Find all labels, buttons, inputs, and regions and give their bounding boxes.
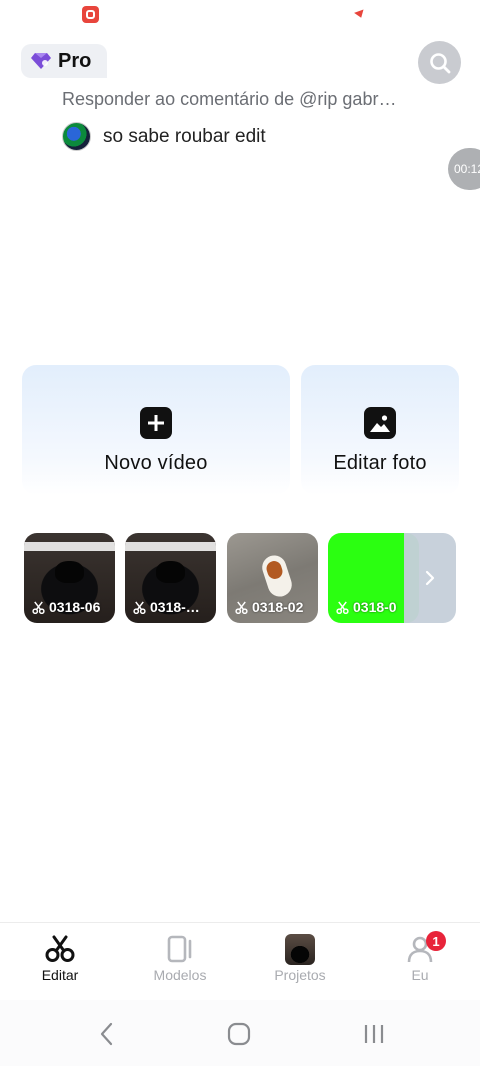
image-icon bbox=[364, 407, 396, 439]
scissors-icon bbox=[235, 600, 248, 614]
recents-icon bbox=[364, 1025, 384, 1043]
plus-icon bbox=[140, 407, 172, 439]
tab-projetos[interactable]: Projetos bbox=[240, 923, 360, 992]
back-button[interactable] bbox=[92, 1020, 120, 1048]
status-bar bbox=[0, 0, 480, 30]
scissors-icon bbox=[45, 934, 75, 964]
status-indicator-icon bbox=[354, 9, 366, 20]
scissors-icon bbox=[336, 600, 349, 614]
project-thumbnail[interactable]: 0318-02 bbox=[227, 533, 318, 623]
project-caption: 0318-06 bbox=[32, 599, 100, 615]
project-name: 0318-… bbox=[150, 599, 200, 615]
home-icon bbox=[227, 1022, 251, 1046]
system-navigation-bar bbox=[0, 1000, 480, 1066]
project-caption: 0318-0 bbox=[336, 599, 397, 615]
recent-projects-strip: 0318-06 0318-… 0318-02 0318-0 bbox=[24, 533, 464, 623]
edit-photo-label: Editar foto bbox=[333, 452, 427, 474]
new-video-label: Novo vídeo bbox=[104, 452, 208, 474]
templates-icon bbox=[165, 934, 195, 964]
tab-label: Eu bbox=[411, 967, 429, 983]
pro-label: Pro bbox=[58, 49, 92, 72]
comment-row: so sabe roubar edit bbox=[62, 122, 266, 151]
floating-timer[interactable]: 00:12 bbox=[448, 148, 480, 190]
more-projects-button[interactable] bbox=[404, 533, 456, 623]
edit-photo-button[interactable]: Editar foto bbox=[301, 365, 459, 495]
chevron-right-icon bbox=[425, 570, 435, 586]
tab-modelos[interactable]: Modelos bbox=[120, 923, 240, 992]
home-button[interactable] bbox=[225, 1020, 253, 1048]
tab-label: Modelos bbox=[153, 967, 207, 983]
pro-badge[interactable]: Pro bbox=[21, 44, 107, 78]
reply-to-comment-text: Responder ao comentário de @rip gabr… bbox=[62, 89, 397, 109]
scissors-icon bbox=[32, 600, 45, 614]
new-video-button[interactable]: Novo vídeo bbox=[22, 365, 290, 495]
back-icon bbox=[100, 1022, 113, 1046]
diamond-icon bbox=[31, 53, 51, 69]
app-notification-icon bbox=[82, 6, 99, 23]
project-caption: 0318-… bbox=[133, 599, 200, 615]
project-name: 0318-06 bbox=[49, 599, 101, 615]
scissors-icon bbox=[133, 600, 146, 614]
search-icon bbox=[429, 52, 450, 73]
project-name: 0318-0 bbox=[353, 599, 397, 615]
bottom-navigation: Editar Modelos Projetos 1 Eu bbox=[0, 922, 480, 992]
project-thumbnail[interactable]: 0318-06 bbox=[24, 533, 115, 623]
timer-text: 00:12 bbox=[454, 162, 480, 176]
avatar bbox=[62, 122, 91, 151]
recents-button[interactable] bbox=[360, 1020, 388, 1048]
tab-label: Projetos bbox=[274, 967, 326, 983]
project-thumb-icon bbox=[285, 933, 315, 965]
comment-text: so sabe roubar edit bbox=[103, 125, 266, 147]
notification-badge: 1 bbox=[426, 931, 446, 951]
search-button[interactable] bbox=[418, 41, 461, 84]
tab-label: Editar bbox=[41, 967, 79, 983]
tab-editar[interactable]: Editar bbox=[0, 923, 120, 992]
project-caption: 0318-02 bbox=[235, 599, 303, 615]
tab-eu[interactable]: 1 Eu bbox=[360, 923, 480, 992]
project-thumbnail[interactable]: 0318-… bbox=[125, 533, 216, 623]
project-name: 0318-02 bbox=[252, 599, 304, 615]
